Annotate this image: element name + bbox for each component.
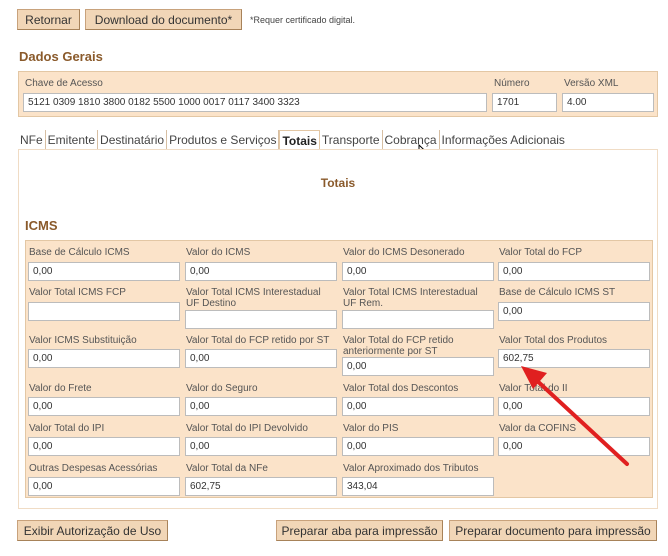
valor-seguro-field[interactable]: 0,00 (185, 397, 337, 416)
field-label: Base de Cálculo ICMS ST (499, 287, 616, 298)
field-label: Valor do ICMS Desonerado (343, 247, 465, 258)
tab-nfe[interactable]: NFe (18, 130, 46, 149)
valor-aproximado-tributos-field[interactable]: 343,04 (342, 477, 494, 496)
prepare-tab-print-button[interactable]: Preparar aba para impressão (276, 520, 443, 541)
valor-cofins-field[interactable]: 0,00 (498, 437, 650, 456)
download-document-button[interactable]: Download do documento* (85, 9, 242, 30)
valor-total-fcp-retido-anteriormente-field[interactable]: 0,00 (342, 357, 494, 376)
field-label: Outras Despesas Acessórias (29, 463, 158, 474)
tab-informacoes-adicionais[interactable]: Informações Adicionais (440, 130, 567, 149)
general-section-title: Dados Gerais (19, 49, 103, 64)
access-key-field[interactable]: 5121 0309 1810 3800 0182 5500 1000 0017 … (23, 93, 487, 112)
field-label: Valor Total dos Descontos (343, 383, 459, 394)
valor-total-icms-uf-rem-field[interactable] (342, 310, 494, 329)
tab-destinatario[interactable]: Destinatário (98, 130, 168, 149)
field-label: Valor do PIS (343, 423, 399, 434)
valor-total-icms-fcp-field[interactable] (28, 302, 180, 321)
valor-total-ipi-devolvido-field[interactable]: 0,00 (185, 437, 337, 456)
field-label: Valor Aproximado dos Tributos (343, 463, 479, 474)
totais-title: Totais (320, 176, 356, 190)
general-panel: Chave de Acesso 5121 0309 1810 3800 0182… (18, 71, 658, 117)
valor-total-nfe-field[interactable]: 602,75 (185, 477, 337, 496)
access-key-label: Chave de Acesso (25, 78, 103, 89)
icms-section-title: ICMS (25, 218, 58, 233)
field-label: Valor do Frete (29, 383, 92, 394)
certificate-note: *Requer certificado digital. (250, 15, 356, 25)
field-label: Valor Total do FCP retido por ST (186, 335, 330, 346)
valor-icms-desonerado-field[interactable]: 0,00 (342, 262, 494, 281)
field-label: Valor Total do FCP (499, 247, 583, 258)
tab-emitente[interactable]: Emitente (46, 130, 99, 149)
valor-total-ii-field[interactable]: 0,00 (498, 397, 650, 416)
valor-total-ipi-field[interactable]: 0,00 (28, 437, 180, 456)
base-calculo-icms-st-field[interactable]: 0,00 (498, 302, 650, 321)
field-label: Valor Total ICMS Interestadual UF Destin… (186, 287, 321, 309)
valor-total-icms-uf-destino-field[interactable] (185, 310, 337, 329)
xml-version-label: Versão XML (564, 78, 619, 89)
field-label: Valor ICMS Substituição (29, 335, 137, 346)
valor-total-descontos-field[interactable]: 0,00 (342, 397, 494, 416)
valor-total-produtos-field[interactable]: 602,75 (498, 349, 650, 368)
field-label: Valor Total do FCP retido anteriormente … (343, 335, 454, 357)
field-label: Valor da COFINS (499, 423, 577, 434)
tab-totais[interactable]: Totais (279, 130, 320, 149)
valor-pis-field[interactable]: 0,00 (342, 437, 494, 456)
field-label: Valor Total dos Produtos (499, 335, 608, 346)
back-button[interactable]: Retornar (17, 9, 80, 30)
prepare-document-print-button[interactable]: Preparar documento para impressão (449, 520, 657, 541)
tab-transporte[interactable]: Transporte (320, 130, 383, 149)
base-calculo-icms-field[interactable]: 0,00 (28, 262, 180, 281)
valor-icms-substituicao-field[interactable]: 0,00 (28, 349, 180, 368)
field-label: Valor Total da NFe (186, 463, 268, 474)
tab-produtos-servicos[interactable]: Produtos e Serviços (167, 130, 280, 149)
number-label: Número (494, 78, 530, 89)
outras-despesas-field[interactable]: 0,00 (28, 477, 180, 496)
field-label: Valor Total do IPI Devolvido (186, 423, 308, 434)
valor-total-fcp-retido-st-field[interactable]: 0,00 (185, 349, 337, 368)
field-label: Valor Total do IPI (29, 423, 105, 434)
field-label: Valor do Seguro (186, 383, 258, 394)
field-label: Valor Total do II (499, 383, 568, 394)
icms-panel: Base de Cálculo ICMS 0,00 Valor do ICMS … (25, 240, 653, 498)
tab-bar: NFe Emitente Destinatário Produtos e Ser… (18, 130, 567, 150)
valor-icms-field[interactable]: 0,00 (185, 262, 337, 281)
valor-total-fcp-field[interactable]: 0,00 (498, 262, 650, 281)
valor-frete-field[interactable]: 0,00 (28, 397, 180, 416)
number-field[interactable]: 1701 (492, 93, 557, 112)
totais-tab-content: Totais ICMS Base de Cálculo ICMS 0,00 Va… (18, 149, 658, 509)
show-authorization-button[interactable]: Exibir Autorização de Uso (17, 520, 168, 541)
field-label: Valor Total ICMS FCP (29, 287, 126, 298)
field-label: Valor do ICMS (186, 247, 251, 258)
field-label: Valor Total ICMS Interestadual UF Rem. (343, 287, 478, 309)
field-label: Base de Cálculo ICMS (29, 247, 130, 258)
xml-version-field[interactable]: 4.00 (562, 93, 654, 112)
